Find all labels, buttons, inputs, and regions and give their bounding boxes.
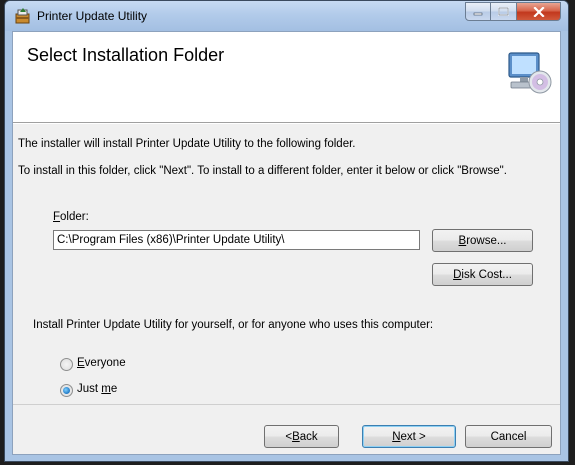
- everyone-radio[interactable]: [60, 358, 73, 371]
- cancel-button[interactable]: Cancel: [465, 425, 552, 448]
- installer-icon: [15, 8, 30, 24]
- minimize-icon: [473, 12, 483, 15]
- folder-input[interactable]: [53, 230, 420, 250]
- close-icon: [532, 6, 545, 17]
- install-scope-text: Install Printer Update Utility for yours…: [33, 319, 434, 331]
- dialog-client-area: Select Installation Folder The installer…: [12, 31, 561, 455]
- footer-divider: [13, 404, 560, 405]
- just-me-label[interactable]: Just me: [77, 383, 117, 395]
- just-me-radio[interactable]: [60, 384, 73, 397]
- folder-label: Folder:: [53, 211, 89, 223]
- banner-divider: [13, 123, 560, 124]
- close-button[interactable]: [517, 2, 561, 21]
- maximize-button[interactable]: [491, 2, 517, 21]
- page-title: Select Installation Folder: [27, 45, 225, 65]
- minimize-button[interactable]: [465, 2, 491, 21]
- everyone-label[interactable]: Everyone: [77, 357, 126, 369]
- window-title: Printer Update Utility: [37, 9, 148, 23]
- caption-buttons: [465, 2, 561, 22]
- radio-selected-dot: [63, 387, 70, 394]
- back-button[interactable]: < Back: [264, 425, 339, 448]
- intro-text: The installer will install Printer Updat…: [18, 138, 356, 150]
- next-button[interactable]: Next >: [362, 425, 456, 448]
- disk-cost-button[interactable]: Disk Cost...: [432, 263, 533, 286]
- computer-cd-icon: [508, 52, 552, 94]
- maximize-icon: [498, 7, 509, 16]
- installer-window: Printer Update Utility Select Installati…: [4, 0, 569, 462]
- header-banner: Select Installation Folder: [13, 32, 560, 123]
- browse-button[interactable]: Browse...: [432, 229, 533, 252]
- instruction-text: To install in this folder, click "Next".…: [18, 165, 507, 177]
- title-bar[interactable]: Printer Update Utility: [5, 1, 568, 31]
